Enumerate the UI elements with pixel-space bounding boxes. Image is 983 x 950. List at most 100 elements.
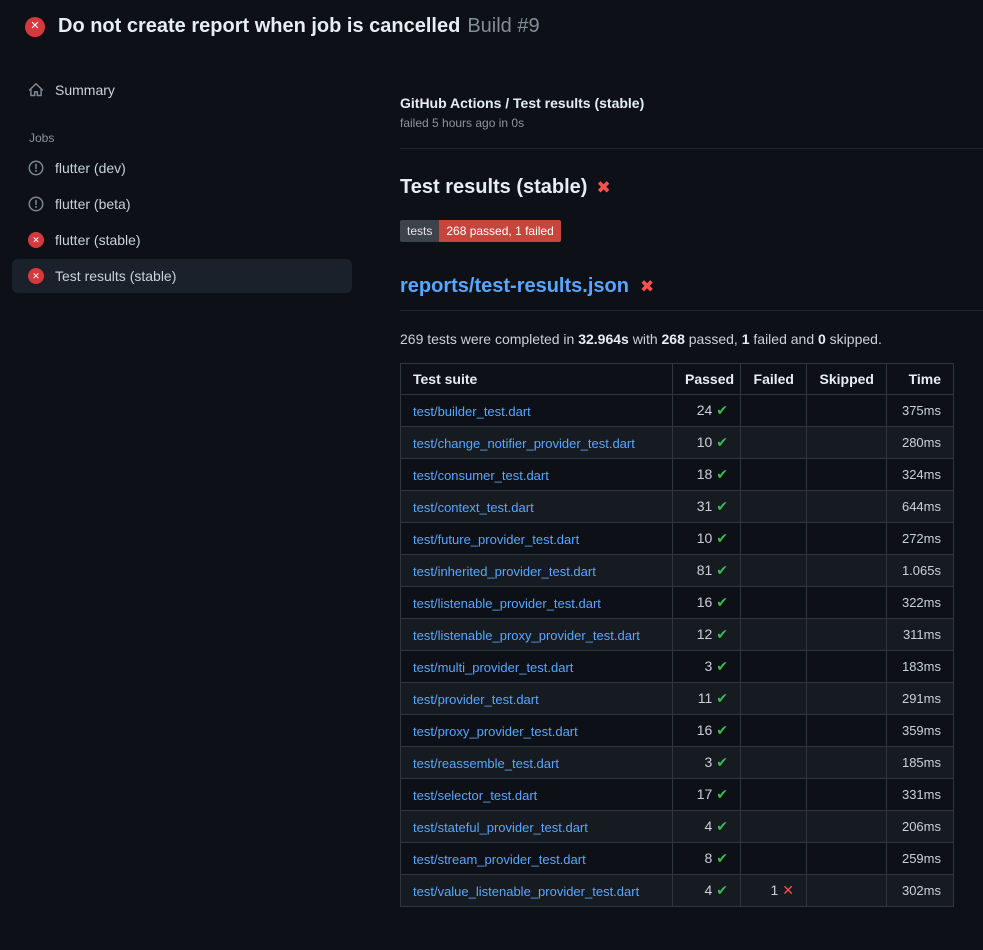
test-result-row: test/provider_test.dart11✔291ms xyxy=(401,683,954,715)
test-suite-link[interactable]: test/provider_test.dart xyxy=(413,692,539,707)
jobs-list: flutter (dev)flutter (beta)✕flutter (sta… xyxy=(12,151,352,293)
test-suite-link[interactable]: test/stateful_provider_test.dart xyxy=(413,820,588,835)
sidebar-item-job[interactable]: flutter (dev) xyxy=(12,151,352,185)
check-icon: ✔ xyxy=(716,658,728,674)
passed-cell: 24✔ xyxy=(673,395,741,427)
time-cell: 331ms xyxy=(887,779,954,811)
sidebar-item-job[interactable]: ✕flutter (stable) xyxy=(12,223,352,257)
passed-cell: 11✔ xyxy=(673,683,741,715)
test-result-row: test/context_test.dart31✔644ms xyxy=(401,491,954,523)
check-icon: ✔ xyxy=(716,850,728,866)
failed-cell xyxy=(741,779,807,811)
check-icon: ✔ xyxy=(716,626,728,642)
test-suite-cell: test/multi_provider_test.dart xyxy=(401,651,673,683)
check-icon: ✔ xyxy=(716,434,728,450)
test-suite-link[interactable]: test/selector_test.dart xyxy=(413,788,537,803)
test-suite-cell: test/stateful_provider_test.dart xyxy=(401,811,673,843)
test-result-row: test/change_notifier_provider_test.dart 1… xyxy=(401,427,954,459)
summary-segment: with xyxy=(629,331,662,347)
check-icon: ✔ xyxy=(716,818,728,834)
time-cell: 185ms xyxy=(887,747,954,779)
time-cell: 259ms xyxy=(887,843,954,875)
test-suite-link[interactable]: test/multi_provider_test.dart xyxy=(413,660,573,675)
time-cell: 272ms xyxy=(887,523,954,555)
check-icon: ✔ xyxy=(716,690,728,706)
test-suite-link[interactable]: test/context_test.dart xyxy=(413,500,534,515)
test-suite-link[interactable]: test/reassemble_test.dart xyxy=(413,756,559,771)
passed-count: 81 xyxy=(697,562,713,578)
failed-cell xyxy=(741,619,807,651)
test-result-row: test/value_listenable_provider_test.dart… xyxy=(401,875,954,907)
sidebar-item-job[interactable]: ✕Test results (stable) xyxy=(12,259,352,293)
time-cell: 311ms xyxy=(887,619,954,651)
test-suite-link[interactable]: test/stream_provider_test.dart xyxy=(413,852,586,867)
failed-x-icon: ✖ xyxy=(640,278,654,295)
check-icon: ✔ xyxy=(716,882,728,898)
passed-count: 17 xyxy=(697,786,713,802)
job-label: Test results (stable) xyxy=(55,268,176,284)
passed-count: 10 xyxy=(697,530,713,546)
time-cell: 183ms xyxy=(887,651,954,683)
skipped-cell xyxy=(807,843,887,875)
passed-cell: 18✔ xyxy=(673,459,741,491)
passed-cell: 12✔ xyxy=(673,619,741,651)
failed-cell xyxy=(741,523,807,555)
test-result-row: test/stream_provider_test.dart8✔259ms xyxy=(401,843,954,875)
table-header-row: Test suitePassedFailedSkippedTime xyxy=(401,364,954,395)
passed-cell: 81✔ xyxy=(673,555,741,587)
test-suite-link[interactable]: test/inherited_provider_test.dart xyxy=(413,564,596,579)
passed-count: 10 xyxy=(697,434,713,450)
test-suite-link[interactable]: test/consumer_test.dart xyxy=(413,468,549,483)
home-icon xyxy=(28,82,44,98)
sidebar-item-summary[interactable]: Summary xyxy=(12,73,352,107)
test-suite-cell: test/listenable_proxy_provider_test.dart xyxy=(401,619,673,651)
sidebar-item-job[interactable]: flutter (beta) xyxy=(12,187,352,221)
column-header: Skipped xyxy=(807,364,887,395)
test-suite-link[interactable]: test/builder_test.dart xyxy=(413,404,531,419)
test-suite-link[interactable]: test/listenable_provider_test.dart xyxy=(413,596,601,611)
check-icon: ✔ xyxy=(716,786,728,802)
summary-segment: 0 xyxy=(818,331,826,347)
passed-count: 24 xyxy=(697,402,713,418)
check-icon: ✔ xyxy=(716,498,728,514)
test-result-row: test/stateful_provider_test.dart4✔206ms xyxy=(401,811,954,843)
time-cell: 280ms xyxy=(887,427,954,459)
summary-segment: 32.964s xyxy=(578,331,629,347)
column-header: Time xyxy=(887,364,954,395)
sidebar-summary-label: Summary xyxy=(55,82,115,98)
test-suite-link[interactable]: test/listenable_proxy_provider_test.dart xyxy=(413,628,640,643)
report-title-row: reports/test-results.json ✖ xyxy=(400,275,983,311)
test-summary-line: 269 tests were completed in 32.964s with… xyxy=(400,331,983,347)
badge-value: 268 passed, 1 failed xyxy=(439,220,560,242)
column-header: Failed xyxy=(741,364,807,395)
test-result-row: test/proxy_provider_test.dart16✔359ms xyxy=(401,715,954,747)
test-suite-link[interactable]: test/proxy_provider_test.dart xyxy=(413,724,578,739)
page-title: Do not create report when job is cancell… xyxy=(58,15,460,37)
failed-cell xyxy=(741,395,807,427)
passed-cell: 4✔ xyxy=(673,875,741,907)
failed-cell: 1✕ xyxy=(741,875,807,907)
check-run-header: ✕ Do not create report when job is cance… xyxy=(0,0,983,51)
test-suite-cell: test/future_provider_test.dart xyxy=(401,523,673,555)
failed-cell xyxy=(741,715,807,747)
test-suite-cell: test/change_notifier_provider_test.dart xyxy=(401,427,673,459)
report-file-link[interactable]: reports/test-results.json xyxy=(400,275,629,298)
time-cell: 324ms xyxy=(887,459,954,491)
passed-count: 12 xyxy=(697,626,713,642)
test-suite-link[interactable]: test/future_provider_test.dart xyxy=(413,532,579,547)
passed-cell: 4✔ xyxy=(673,811,741,843)
test-suite-cell: test/listenable_provider_test.dart xyxy=(401,587,673,619)
failed-cell xyxy=(741,459,807,491)
test-results-table: Test suitePassedFailedSkippedTime test/b… xyxy=(400,363,954,907)
passed-count: 18 xyxy=(697,466,713,482)
test-suite-cell: test/reassemble_test.dart xyxy=(401,747,673,779)
skipped-cell xyxy=(807,555,887,587)
test-suite-link[interactable]: test/value_listenable_provider_test.dart xyxy=(413,884,639,899)
check-icon: ✔ xyxy=(716,530,728,546)
failed-cell xyxy=(741,683,807,715)
divider xyxy=(400,148,983,149)
test-suite-cell: test/selector_test.dart xyxy=(401,779,673,811)
skipped-cell xyxy=(807,459,887,491)
test-result-row: test/multi_provider_test.dart3✔183ms xyxy=(401,651,954,683)
test-suite-link[interactable]: test/change_notifier_provider_test.dart xyxy=(413,436,635,451)
